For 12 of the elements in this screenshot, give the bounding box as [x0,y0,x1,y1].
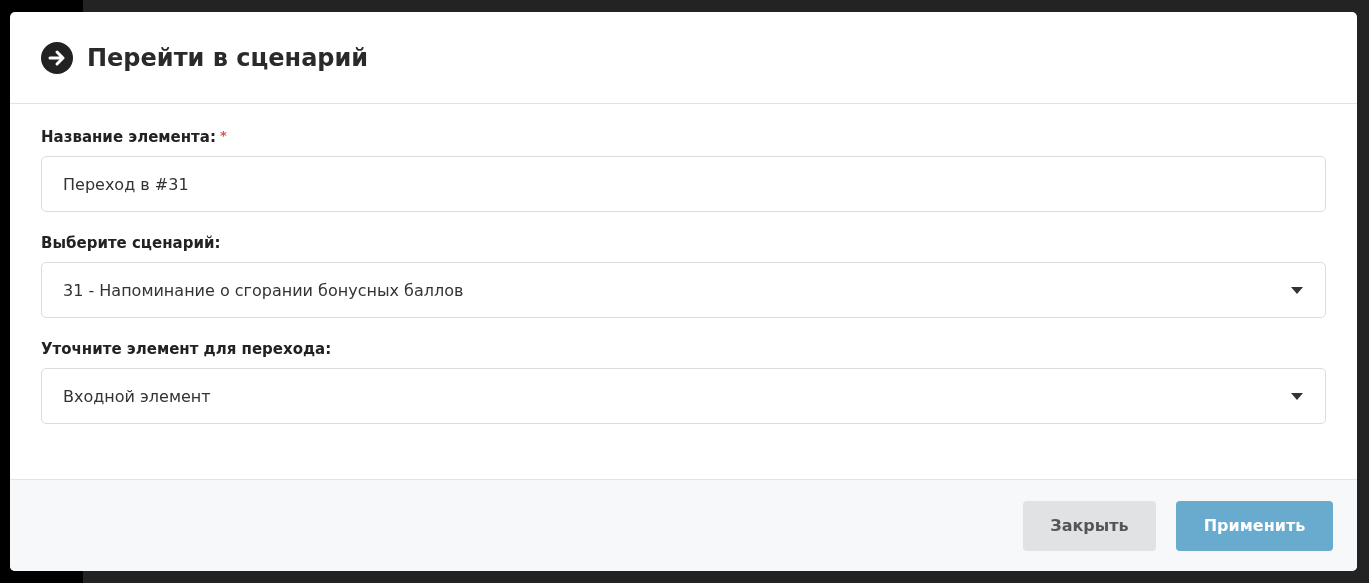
field-label: Выберите сценарий: [41,234,221,252]
required-mark: * [219,128,227,143]
field-label: Название элемента: [41,128,216,146]
caret-icon [1291,392,1303,400]
dropdown[interactable]: 31 - Напоминание о сгорании бонусных баллов [41,262,1326,318]
field-label: Уточните элемент для перехода: [41,340,332,358]
input-field[interactable]: Переход в #31 [41,156,1326,212]
dialog-title: Перейти в сценарий [87,43,369,72]
caret-icon [1291,286,1303,294]
close-button[interactable]: Закрыть [1023,500,1156,551]
dropdown[interactable]: Входной элемент [41,368,1326,424]
arrow-right-circle-icon [41,41,73,74]
